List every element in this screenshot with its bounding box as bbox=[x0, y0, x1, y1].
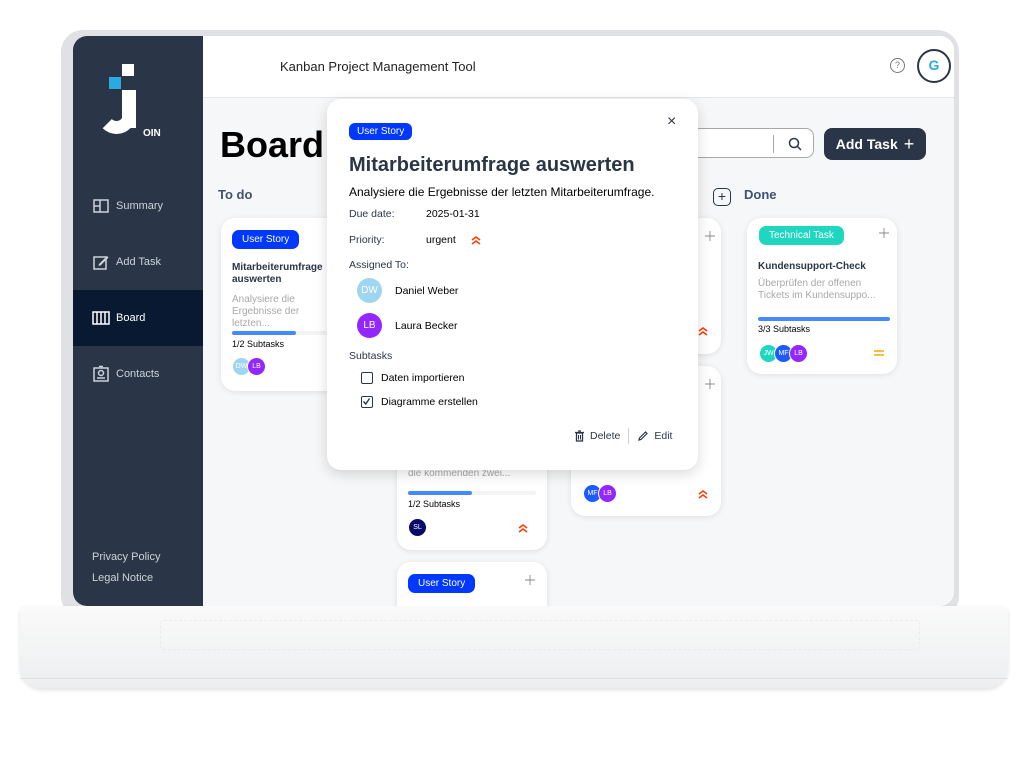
action-divider bbox=[628, 428, 630, 444]
subtask-item[interactable]: Daten importieren bbox=[361, 372, 464, 384]
close-icon[interactable]: × bbox=[667, 113, 676, 131]
checkbox-unchecked[interactable] bbox=[361, 372, 373, 384]
summary-icon bbox=[93, 199, 109, 213]
sidebar-item-label: Board bbox=[116, 312, 146, 324]
priority-urgent-icon bbox=[471, 236, 481, 245]
trash-icon bbox=[575, 430, 584, 442]
sidebar: OIN Summary Add Task Board Contacts Priv… bbox=[73, 36, 203, 606]
sidebar-item-add-task[interactable]: Add Task bbox=[73, 234, 203, 290]
sidebar-item-label: Contacts bbox=[116, 368, 160, 380]
priority-value: urgent bbox=[426, 234, 456, 246]
app-title: Kanban Project Management Tool bbox=[280, 59, 476, 74]
category-badge: User Story bbox=[349, 123, 413, 140]
join-logo[interactable]: OIN bbox=[91, 58, 171, 148]
sidebar-item-summary[interactable]: Summary bbox=[73, 178, 203, 234]
user-avatar[interactable]: G bbox=[917, 49, 951, 83]
header: Kanban Project Management Tool ? G bbox=[203, 36, 954, 98]
priority-label: Priority: bbox=[349, 234, 385, 246]
assignee: DW Daniel Weber bbox=[357, 278, 458, 303]
avatar: LB bbox=[357, 313, 382, 338]
assigned-to-label: Assigned To: bbox=[349, 259, 409, 271]
legal-notice-link[interactable]: Legal Notice bbox=[92, 568, 160, 589]
check-icon bbox=[362, 398, 371, 406]
due-date-label: Due date: bbox=[349, 208, 395, 220]
sidebar-item-label: Add Task bbox=[116, 256, 162, 268]
assignee: LB Laura Becker bbox=[357, 313, 457, 338]
delete-label: Delete bbox=[590, 430, 621, 442]
logo-text: OIN bbox=[143, 128, 161, 139]
modal-actions: Delete Edit bbox=[574, 428, 672, 444]
sidebar-item-board[interactable]: Board bbox=[73, 290, 203, 346]
task-detail-modal: User Story × Mitarbeiterumfrage auswerte… bbox=[327, 99, 698, 470]
contacts-icon bbox=[93, 365, 109, 382]
board-icon bbox=[92, 311, 110, 325]
subtask-label: Daten importieren bbox=[381, 372, 465, 384]
edit-button[interactable]: Edit bbox=[637, 430, 672, 442]
laptop-base bbox=[20, 606, 1008, 688]
laptop-edge bbox=[20, 678, 1008, 688]
pencil-icon bbox=[638, 431, 649, 441]
task-description: Analysiere die Ergebnisse der letzten Mi… bbox=[349, 185, 655, 199]
assignee-name: Laura Becker bbox=[395, 319, 458, 332]
avatar: DW bbox=[357, 278, 382, 303]
assignee-name: Daniel Weber bbox=[395, 284, 459, 297]
subtasks-label: Subtasks bbox=[349, 350, 393, 362]
add-task-icon bbox=[93, 256, 109, 270]
privacy-policy-link[interactable]: Privacy Policy bbox=[92, 547, 160, 568]
subtask-item[interactable]: Diagramme erstellen bbox=[361, 396, 478, 408]
due-date-value: 2025-01-31 bbox=[426, 208, 480, 220]
task-title: Mitarbeiterumfrage auswerten bbox=[349, 154, 635, 176]
subtask-label: Diagramme erstellen bbox=[381, 396, 478, 408]
sidebar-item-label: Summary bbox=[116, 200, 164, 212]
laptop-keyboard bbox=[160, 620, 920, 650]
sidebar-footer: Privacy Policy Legal Notice bbox=[92, 547, 160, 589]
help-icon[interactable]: ? bbox=[890, 58, 905, 73]
sidebar-item-contacts[interactable]: Contacts bbox=[73, 346, 203, 402]
checkbox-checked[interactable] bbox=[361, 396, 373, 408]
delete-button[interactable]: Delete bbox=[574, 430, 620, 442]
edit-label: Edit bbox=[654, 430, 673, 442]
